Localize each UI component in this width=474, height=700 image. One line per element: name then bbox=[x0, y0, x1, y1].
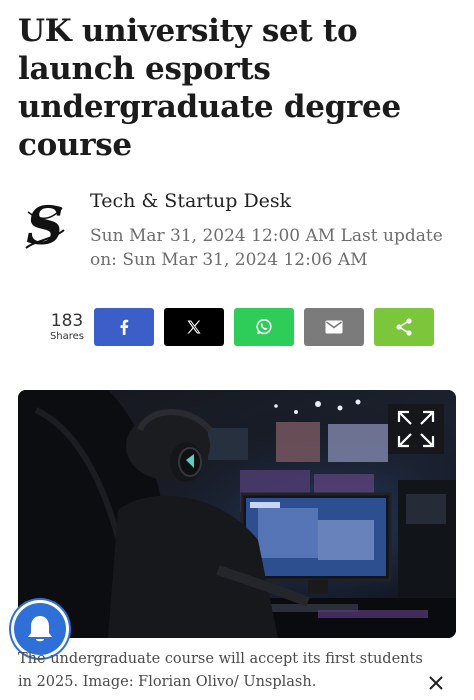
article-dates: Sun Mar 31, 2024 12:00 AM Last update on… bbox=[90, 224, 460, 272]
author-name[interactable]: Tech & Startup Desk bbox=[90, 190, 291, 212]
expand-icon bbox=[397, 410, 435, 448]
facebook-share-button[interactable] bbox=[94, 308, 154, 346]
article-headline: UK university set to launch esports unde… bbox=[18, 13, 401, 163]
whatsapp-icon bbox=[256, 319, 272, 335]
expand-image-button[interactable] bbox=[388, 404, 444, 454]
svg-text:S: S bbox=[26, 200, 64, 254]
x-icon bbox=[187, 320, 201, 334]
close-icon[interactable] bbox=[426, 673, 446, 693]
last-update-date: Sun Mar 31, 2024 12:06 AM bbox=[122, 250, 368, 270]
x-share-button[interactable] bbox=[164, 308, 224, 346]
share-count-number: 183 bbox=[50, 311, 84, 331]
share-icon bbox=[396, 318, 412, 336]
email-share-button[interactable] bbox=[304, 308, 364, 346]
published-date: Sun Mar 31, 2024 12:00 AM bbox=[90, 226, 336, 246]
whatsapp-share-button[interactable] bbox=[234, 308, 294, 346]
mail-icon bbox=[325, 320, 343, 334]
share-count: 183 Shares bbox=[44, 312, 90, 344]
facebook-icon bbox=[120, 319, 129, 335]
publication-logo-icon: S bbox=[25, 200, 65, 254]
image-caption: The undergraduate course will accept its… bbox=[18, 651, 423, 690]
share-count-label: Shares bbox=[49, 331, 85, 342]
more-share-button[interactable] bbox=[374, 308, 434, 346]
bell-icon bbox=[28, 616, 52, 642]
